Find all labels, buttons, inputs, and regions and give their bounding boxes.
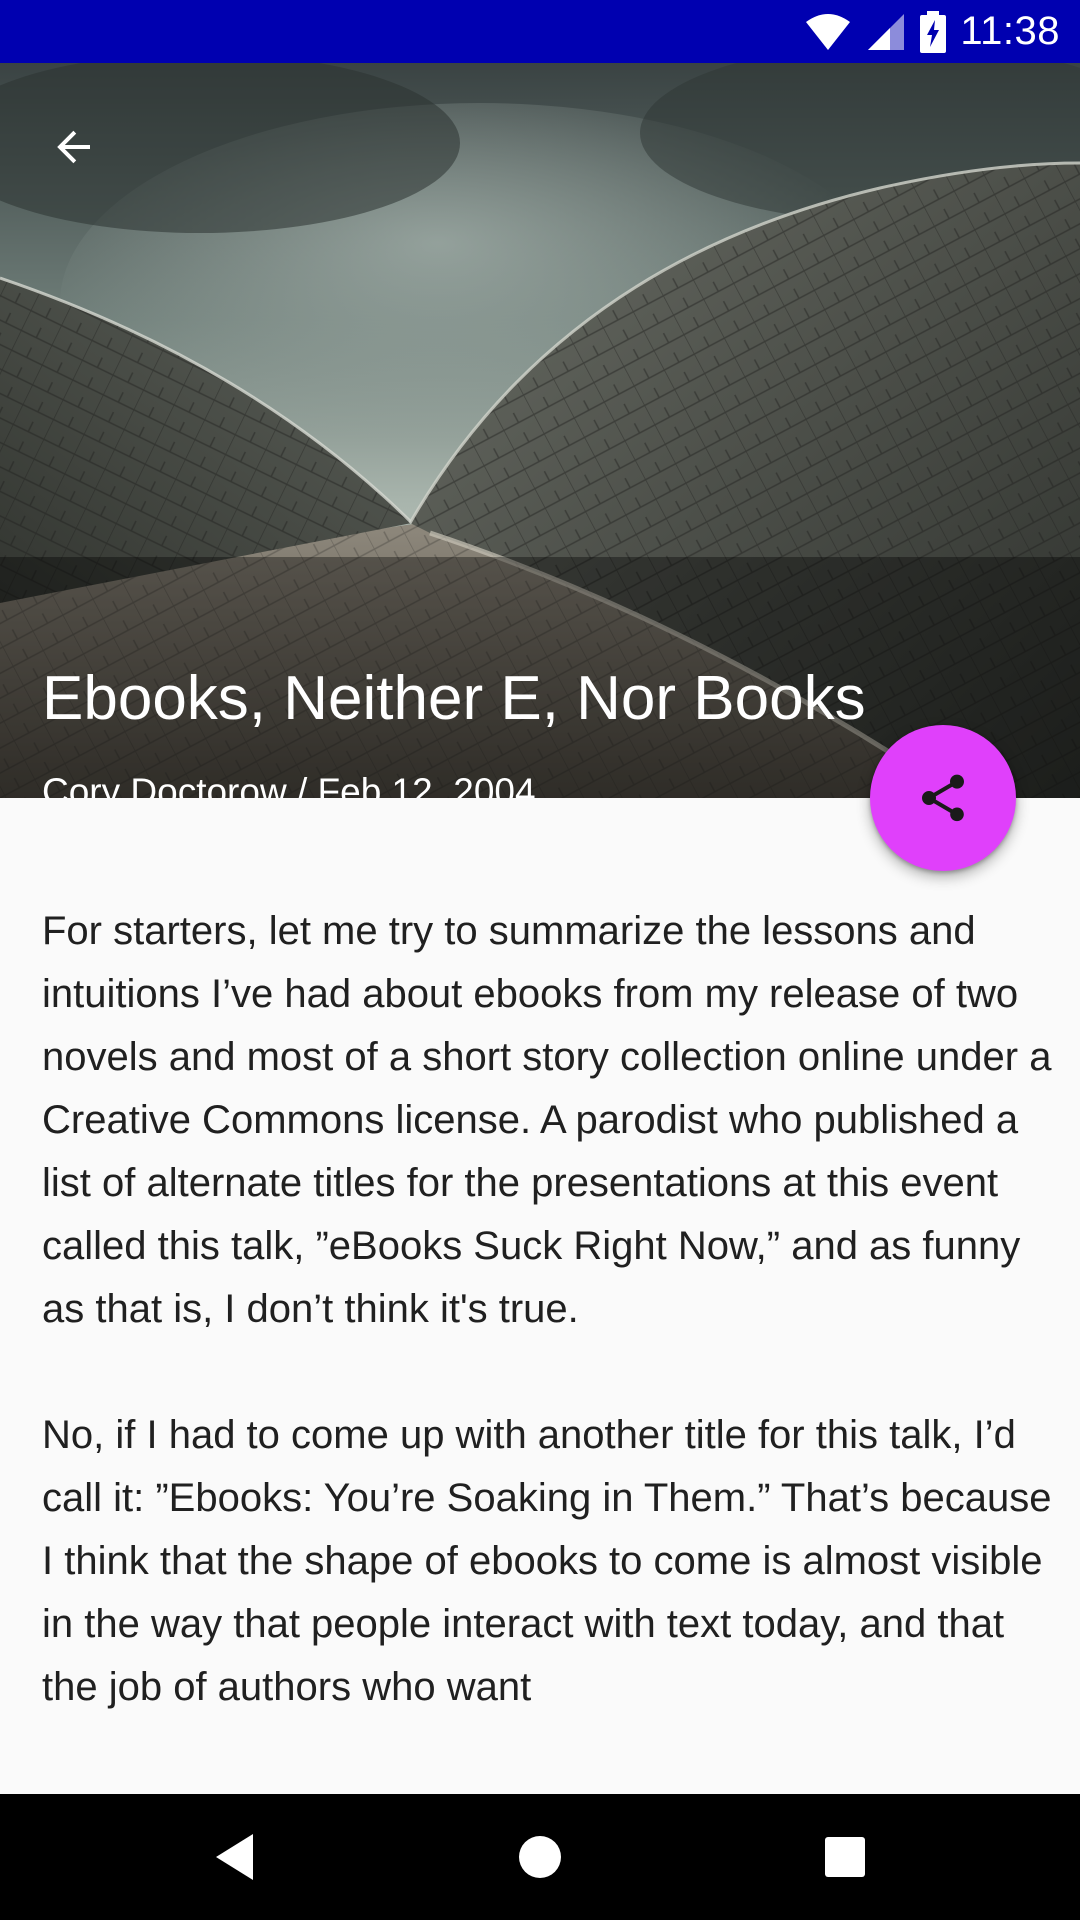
article-paragraph: No, if I had to come up with another tit… xyxy=(42,1413,1052,1709)
article-byline: Cory Doctorow / Feb 12, 2004 xyxy=(42,771,536,798)
status-bar: 11:38 xyxy=(0,0,1080,63)
wifi-icon xyxy=(806,13,851,50)
arrow-back-icon xyxy=(57,130,90,164)
nav-back-button[interactable] xyxy=(172,1794,298,1920)
article-title: Ebooks, Neither E, Nor Books xyxy=(42,664,866,733)
recents-square-icon xyxy=(825,1837,865,1877)
article-header: Ebooks, Neither E, Nor Books Cory Doctor… xyxy=(0,63,1080,798)
system-nav-bar xyxy=(0,1794,1080,1920)
home-circle-icon xyxy=(519,1836,561,1878)
status-icons: 11:38 xyxy=(804,0,1060,63)
status-time: 11:38 xyxy=(960,9,1060,53)
battery-charging-icon xyxy=(920,10,947,53)
article-body: For starters, let me try to summarize th… xyxy=(42,900,1052,1782)
nav-recents-button[interactable] xyxy=(782,1794,908,1920)
cell-signal-icon xyxy=(868,13,905,50)
back-button[interactable] xyxy=(30,103,118,191)
share-icon xyxy=(922,774,964,822)
nav-home-button[interactable] xyxy=(477,1794,603,1920)
back-triangle-icon xyxy=(216,1834,253,1880)
article-paragraph: For starters, let me try to summarize th… xyxy=(42,909,1052,1331)
share-button[interactable] xyxy=(870,725,1016,871)
